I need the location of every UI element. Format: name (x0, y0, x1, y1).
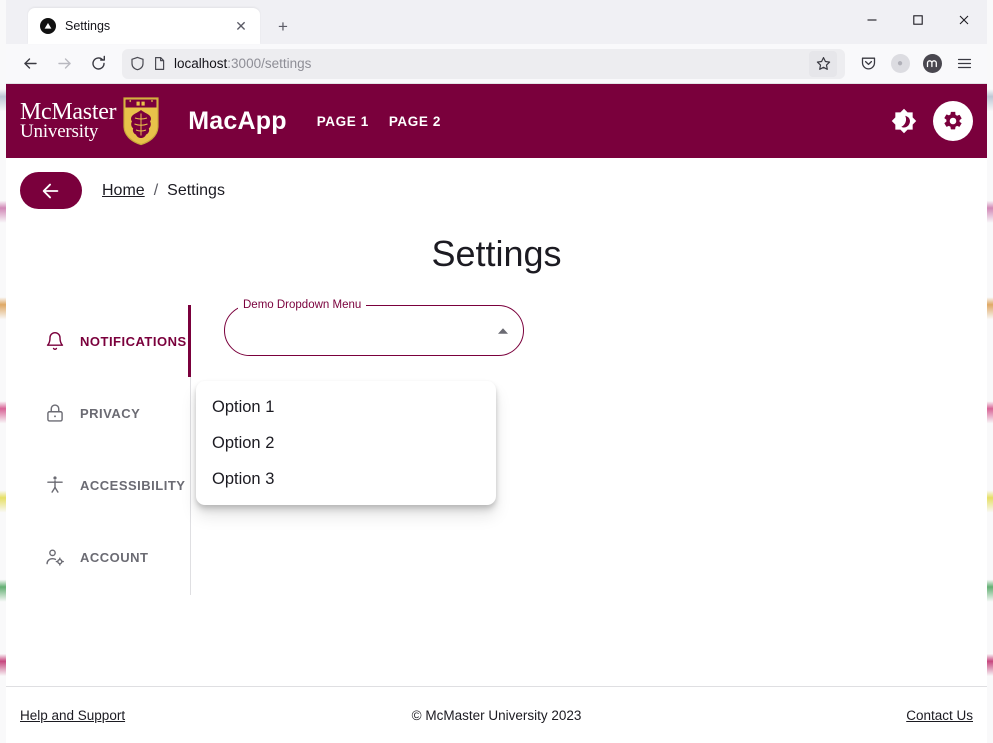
page-document-icon (152, 56, 167, 71)
dropdown-option-3[interactable]: Option 3 (196, 461, 496, 497)
reload-icon[interactable] (82, 49, 114, 79)
dropdown-option-1[interactable]: Option 1 (196, 389, 496, 425)
window-controls (849, 0, 987, 40)
sidebar-item-notifications[interactable]: NOTIFICATIONS (20, 305, 190, 377)
breadcrumb-item-home[interactable]: Home (102, 182, 145, 200)
extension-w-icon[interactable] (917, 49, 947, 79)
person-gear-icon (44, 547, 66, 567)
close-window-icon[interactable] (941, 0, 987, 40)
sidebar-item-privacy[interactable]: PRIVACY (20, 377, 190, 449)
caret-up-icon[interactable] (496, 305, 510, 356)
select-outline (224, 305, 524, 356)
sidebar-item-label: ACCESSIBILITY (80, 477, 186, 493)
breadcrumb-item-settings: Settings (167, 181, 225, 199)
background-window-right-edge (987, 0, 993, 743)
forward-arrow-icon (48, 49, 80, 79)
footer-copyright: © McMaster University 2023 (411, 707, 582, 723)
settings-content: NOTIFICATIONS PRIVACY ACCESSIBILITY ACCO… (6, 275, 987, 686)
browser-tab-strip: Settings ✕ + (6, 0, 987, 44)
select-label: Demo Dropdown Menu (238, 298, 367, 312)
breadcrumb-row: Home / Settings (6, 158, 987, 209)
lock-icon (44, 403, 66, 423)
sidebar-item-label: PRIVACY (80, 405, 141, 421)
minimize-icon[interactable] (849, 0, 895, 40)
brand-line-1: McMaster (20, 99, 117, 126)
close-icon[interactable]: ✕ (230, 15, 252, 37)
breadcrumb: Home / Settings (102, 182, 225, 200)
breadcrumb-separator: / (153, 181, 159, 199)
maximize-icon[interactable] (895, 0, 941, 40)
desktop-background: Settings ✕ + localhost:3000/settings ● M… (0, 0, 993, 743)
pocket-save-icon[interactable] (853, 49, 883, 79)
browser-toolbar: localhost:3000/settings ● (6, 44, 987, 84)
w-logo (922, 54, 942, 73)
demo-dropdown-select[interactable]: Demo Dropdown Menu (224, 298, 524, 356)
avatar: ● (890, 54, 910, 73)
settings-panel: Demo Dropdown Menu Option 1 Option 2 Opt… (191, 298, 987, 686)
browser-tab[interactable]: Settings ✕ (28, 8, 260, 44)
shield-icon (130, 56, 145, 71)
brand-line-2: University (20, 121, 99, 143)
app-header: McMaster University MacApp PAGE 1 PAGE 2 (6, 84, 987, 158)
settings-vertical-tabs: NOTIFICATIONS PRIVACY ACCESSIBILITY ACCO… (20, 305, 191, 595)
bookmark-star-icon[interactable] (809, 50, 837, 77)
back-button[interactable] (20, 172, 82, 209)
mcmaster-brand-logo[interactable]: McMaster University (20, 96, 160, 146)
sidebar-item-account[interactable]: ACCOUNT (20, 521, 190, 593)
account-avatar-icon[interactable]: ● (885, 49, 915, 79)
mcmaster-crest-icon (123, 97, 159, 146)
app-nav: PAGE 1 PAGE 2 (317, 114, 441, 129)
accessibility-icon (44, 475, 66, 495)
gear-icon[interactable] (933, 101, 973, 141)
firefox-browser-window: Settings ✕ + localhost:3000/settings ● M… (6, 0, 987, 743)
page-title: Settings (431, 233, 562, 274)
address-bar-text: localhost:3000/settings (174, 56, 802, 71)
back-arrow-icon[interactable] (14, 49, 46, 79)
bell-icon (44, 331, 66, 351)
app-menu-icon[interactable] (949, 49, 979, 79)
url-path: :3000/settings (227, 56, 312, 71)
sidebar-item-label: NOTIFICATIONS (80, 333, 187, 349)
app-title: MacApp (188, 106, 287, 135)
brightness-moon-icon[interactable] (887, 104, 921, 138)
page-footer: Help and Support © McMaster University 2… (6, 686, 987, 743)
footer-link-contact-us[interactable]: Contact Us (906, 708, 973, 723)
sidebar-item-label: ACCOUNT (80, 549, 149, 565)
new-tab-button[interactable]: + (272, 15, 294, 37)
url-host: localhost (174, 56, 228, 71)
dropdown-option-2[interactable]: Option 2 (196, 425, 496, 461)
page-viewport: McMaster University MacApp PAGE 1 PAGE 2… (6, 84, 987, 743)
footer-link-help-and-support[interactable]: Help and Support (20, 708, 125, 723)
brand-wordmark: McMaster University (20, 99, 117, 143)
dropdown-menu: Option 1 Option 2 Option 3 (196, 381, 496, 505)
address-bar[interactable]: localhost:3000/settings (122, 48, 845, 79)
nav-link-page-1[interactable]: PAGE 1 (317, 114, 369, 129)
header-icon-group (887, 101, 973, 141)
browser-tab-title: Settings (65, 19, 111, 33)
nav-link-page-2[interactable]: PAGE 2 (389, 114, 441, 129)
back-arrow-icon (42, 183, 59, 198)
sidebar-item-accessibility[interactable]: ACCESSIBILITY (20, 449, 190, 521)
triangle-circle-icon (40, 18, 56, 34)
